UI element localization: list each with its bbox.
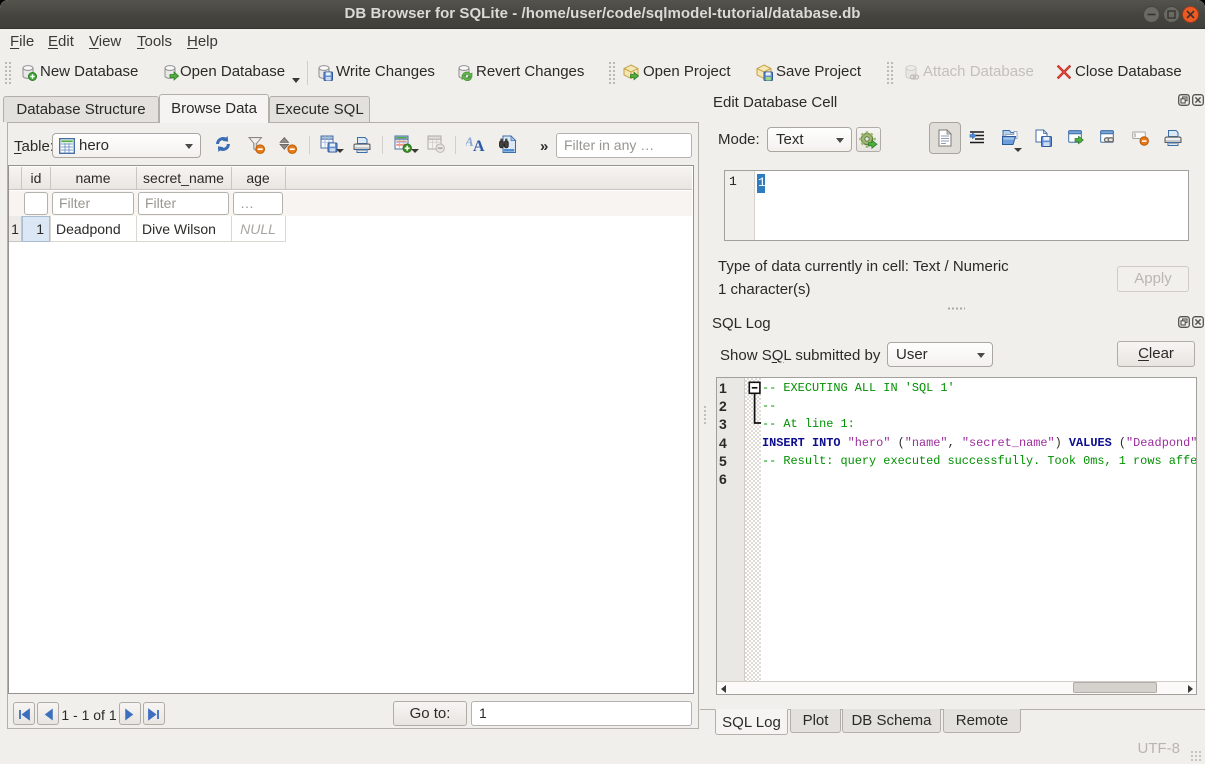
svg-text:A: A — [473, 138, 485, 153]
